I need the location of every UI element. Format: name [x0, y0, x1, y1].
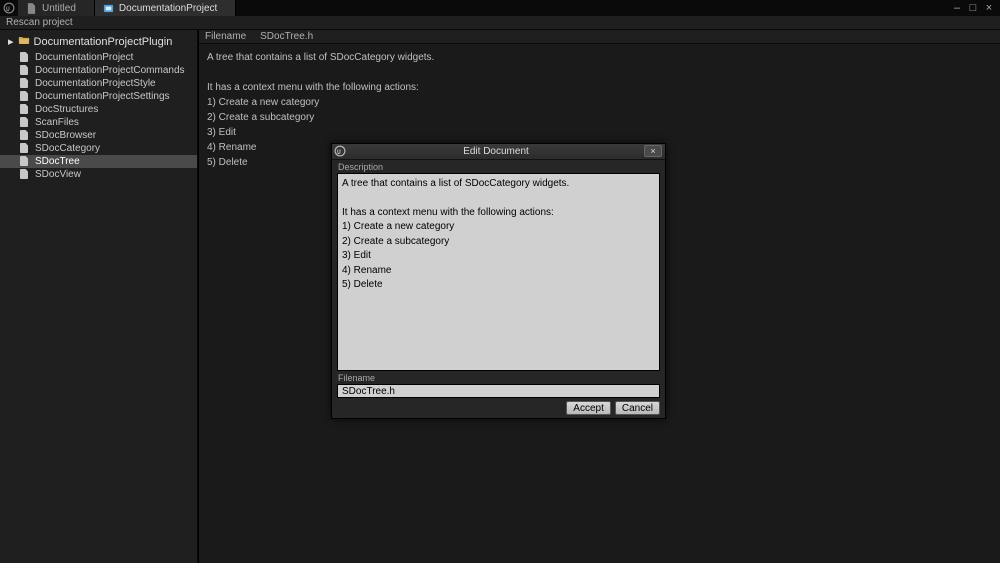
filename-label: Filename — [332, 371, 665, 384]
tree-item[interactable]: DocumentationProjectStyle — [0, 77, 197, 90]
tab-label: Untitled — [42, 3, 76, 14]
file-icon — [20, 156, 30, 167]
tree-item-label: DocStructures — [35, 104, 98, 115]
dialog-close-button[interactable]: × — [644, 145, 662, 157]
title-bar: Untitled DocumentationProject – □ × — [0, 0, 1000, 16]
tree-item-label: SDocCategory — [35, 143, 100, 154]
tree-item-label: DocumentationProjectStyle — [35, 78, 156, 89]
edit-document-dialog: Edit Document × Description Filename Acc… — [331, 143, 666, 419]
rescan-project-button[interactable]: Rescan project — [0, 16, 1000, 30]
description-label: Description — [332, 160, 665, 173]
tree-item[interactable]: SDocBrowser — [0, 129, 197, 142]
dialog-button-row: Accept Cancel — [332, 398, 665, 418]
tree-root[interactable]: ▸ DocumentationProjectPlugin — [0, 32, 197, 51]
tree-item-label: SDocBrowser — [35, 130, 96, 141]
description-textarea[interactable] — [337, 173, 660, 371]
window-controls: – □ × — [950, 0, 1000, 16]
dialog-title-bar[interactable]: Edit Document × — [332, 144, 665, 160]
blank-doc-icon — [26, 3, 37, 14]
tree-item-label: SDocTree — [35, 156, 80, 167]
file-icon — [20, 91, 30, 102]
filename-input[interactable] — [337, 384, 660, 398]
sidebar: ▸ DocumentationProjectPlugin Documentati… — [0, 30, 198, 563]
file-icon — [20, 169, 30, 180]
tab-0[interactable]: Untitled — [18, 0, 95, 16]
expand-icon: ▸ — [8, 35, 14, 48]
file-icon — [20, 78, 30, 89]
app-logo-icon — [0, 0, 18, 16]
tree-item[interactable]: SDocTree — [0, 155, 197, 168]
tab-1[interactable]: DocumentationProject — [95, 0, 236, 16]
tree-item[interactable]: DocumentationProjectCommands — [0, 64, 197, 77]
folder-open-icon — [18, 35, 30, 48]
maximize-button[interactable]: □ — [966, 2, 980, 14]
cancel-button[interactable]: Cancel — [615, 401, 660, 415]
tree-item[interactable]: SDocCategory — [0, 142, 197, 155]
tree-item[interactable]: ScanFiles — [0, 116, 197, 129]
tree-item[interactable]: DocStructures — [0, 103, 197, 116]
dialog-title: Edit Document — [348, 146, 644, 157]
rescan-label: Rescan project — [6, 17, 73, 28]
content-header: Filename SDocTree.h — [199, 30, 1000, 44]
tree-item-label: SDocView — [35, 169, 81, 180]
file-icon — [20, 104, 30, 115]
tree-item-label: DocumentationProjectSettings — [35, 91, 170, 102]
file-icon — [20, 52, 30, 63]
tree-root-label: DocumentationProjectPlugin — [34, 36, 173, 48]
accept-button[interactable]: Accept — [566, 401, 611, 415]
filename-header-label: Filename — [205, 31, 246, 42]
file-icon — [20, 65, 30, 76]
close-button[interactable]: × — [982, 2, 996, 14]
dialog-logo-icon — [332, 145, 348, 157]
tree-item[interactable]: SDocView — [0, 168, 197, 181]
filename-header-value: SDocTree.h — [260, 31, 313, 42]
tree-item-label: ScanFiles — [35, 117, 79, 128]
plugin-icon — [103, 3, 114, 14]
file-icon — [20, 130, 30, 141]
tree-item[interactable]: DocumentationProject — [0, 51, 197, 64]
minimize-button[interactable]: – — [950, 2, 964, 14]
file-icon — [20, 143, 30, 154]
tree-item-label: DocumentationProject — [35, 52, 133, 63]
tree-item-label: DocumentationProjectCommands — [35, 65, 185, 76]
tree-item[interactable]: DocumentationProjectSettings — [0, 90, 197, 103]
file-icon — [20, 117, 30, 128]
tab-label: DocumentationProject — [119, 3, 217, 14]
